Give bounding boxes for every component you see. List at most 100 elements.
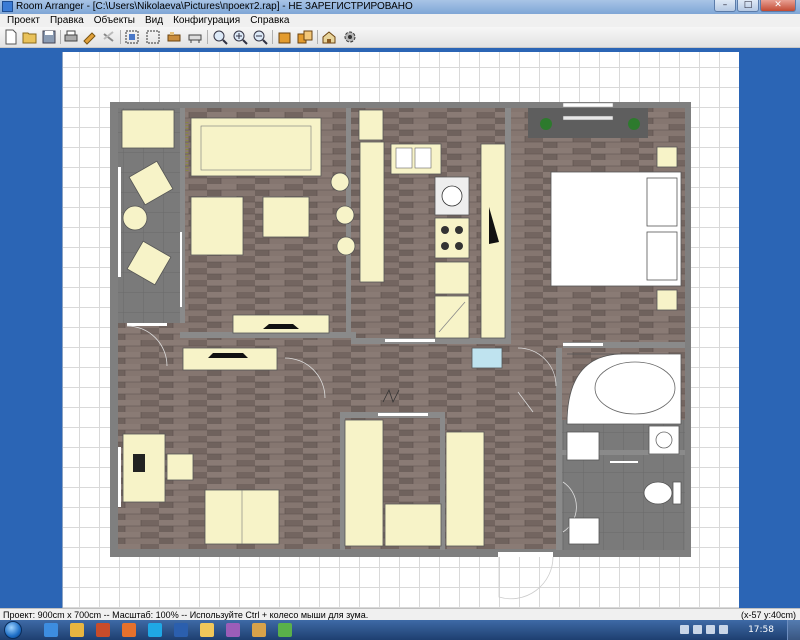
select-all-icon[interactable] <box>124 29 140 45</box>
kitchen-cabinet[interactable] <box>434 261 470 295</box>
folder-icon[interactable] <box>200 623 214 637</box>
window <box>118 167 121 277</box>
door-opening <box>127 323 167 326</box>
furniture-icon[interactable] <box>166 29 182 45</box>
new-file-icon[interactable] <box>3 29 19 45</box>
shoe-cabinet[interactable] <box>471 347 503 369</box>
window-controls: – □ ✕ <box>714 0 796 12</box>
settings-icon[interactable] <box>342 29 358 45</box>
bathroom-sink[interactable] <box>566 431 600 461</box>
wall-kitchen-bedroom <box>505 108 511 342</box>
plant-icon <box>628 118 640 130</box>
open-folder-icon[interactable] <box>22 29 38 45</box>
zoom-fit-icon[interactable] <box>212 29 228 45</box>
show-desktop-button[interactable] <box>787 620 800 640</box>
burner-icon <box>455 226 463 234</box>
door-opening <box>385 339 435 342</box>
bar-stool[interactable] <box>335 205 355 225</box>
media-icon[interactable] <box>96 623 110 637</box>
toolbar-separator <box>207 30 208 44</box>
stove[interactable] <box>434 217 470 259</box>
menu-objects[interactable]: Объекты <box>89 14 140 27</box>
menu-view[interactable]: Вид <box>140 14 168 27</box>
closet[interactable] <box>384 503 442 547</box>
sink-icon <box>395 147 413 169</box>
zoom-out-icon[interactable] <box>252 29 268 45</box>
tray-icon[interactable] <box>693 625 702 634</box>
skype-icon[interactable] <box>148 623 162 637</box>
balcony-cabinet[interactable] <box>121 109 175 149</box>
tray-icon[interactable] <box>719 625 728 634</box>
undo-icon[interactable] <box>82 29 98 45</box>
hall-wardrobe[interactable] <box>445 431 485 547</box>
pillow <box>646 231 678 281</box>
toilet-tank <box>672 481 682 505</box>
tray-icon[interactable] <box>680 625 689 634</box>
system-tray <box>680 625 730 635</box>
menu-configuration[interactable]: Конфигурация <box>168 14 245 27</box>
minimize-button[interactable]: – <box>714 0 736 12</box>
menu-bar: Проект Правка Объекты Вид Конфигурация С… <box>0 14 800 27</box>
paint-icon[interactable] <box>226 623 240 637</box>
close-button[interactable]: ✕ <box>760 0 796 12</box>
bathtub-basin <box>594 361 676 415</box>
toolbar-separator <box>272 30 273 44</box>
hall-sink[interactable] <box>568 517 600 545</box>
wall-bathroom-west <box>556 348 562 550</box>
floor-plan[interactable] <box>63 52 739 608</box>
nightstand[interactable] <box>656 289 678 311</box>
word-icon[interactable] <box>174 623 188 637</box>
office-chair[interactable] <box>166 453 194 481</box>
armchair[interactable] <box>190 196 244 256</box>
window <box>562 102 614 108</box>
tv-icon <box>208 353 248 358</box>
start-button[interactable] <box>4 621 22 639</box>
pillow <box>646 177 678 227</box>
sofa[interactable] <box>190 117 322 177</box>
toolbar-separator <box>317 30 318 44</box>
window-title: Room Arranger - [C:\Users\Nikolaeva\Pict… <box>16 1 413 12</box>
firefox-icon[interactable] <box>122 623 136 637</box>
bar-stool[interactable] <box>336 236 356 256</box>
canvas-area[interactable] <box>0 48 800 608</box>
tray-icon[interactable] <box>706 625 715 634</box>
nightstand[interactable] <box>656 146 678 168</box>
door-opening <box>563 343 603 346</box>
maximize-button[interactable]: □ <box>737 0 759 12</box>
wall-closet-west <box>340 412 345 550</box>
kitchen-column[interactable] <box>358 109 384 141</box>
toolbar-separator <box>60 30 61 44</box>
hall-console[interactable] <box>182 347 278 371</box>
sink-icon <box>414 147 432 169</box>
room-icon[interactable] <box>187 29 203 45</box>
kitchen-island[interactable] <box>359 141 385 283</box>
burner-icon <box>441 226 449 234</box>
zoom-in-icon[interactable] <box>232 29 248 45</box>
toilet[interactable] <box>643 481 673 505</box>
3d-view-icon[interactable] <box>321 29 337 45</box>
burner-icon <box>441 242 449 250</box>
explorer-icon[interactable] <box>70 623 84 637</box>
bar-stool[interactable] <box>330 172 350 192</box>
balcony-table[interactable] <box>122 205 148 231</box>
plant-icon <box>540 118 552 130</box>
group-icon[interactable] <box>297 29 313 45</box>
burner-icon <box>441 185 463 207</box>
room-arranger-icon[interactable] <box>252 623 266 637</box>
help-icon[interactable] <box>278 623 292 637</box>
save-icon[interactable] <box>41 29 57 45</box>
object-icon[interactable] <box>277 29 293 45</box>
redo-icon[interactable] <box>101 29 117 45</box>
clock[interactable]: 17:58 <box>748 620 774 640</box>
coffee-table[interactable] <box>262 196 310 238</box>
menu-help[interactable]: Справка <box>245 14 294 27</box>
menu-project[interactable]: Проект <box>2 14 45 27</box>
print-icon[interactable] <box>63 29 79 45</box>
burner-icon <box>455 242 463 250</box>
menu-edit[interactable]: Правка <box>45 14 89 27</box>
ie-icon[interactable] <box>44 623 58 637</box>
toolbar-separator <box>120 30 121 44</box>
closet[interactable] <box>344 419 384 547</box>
select-area-icon[interactable] <box>145 29 161 45</box>
drawing-sheet[interactable] <box>62 52 739 608</box>
